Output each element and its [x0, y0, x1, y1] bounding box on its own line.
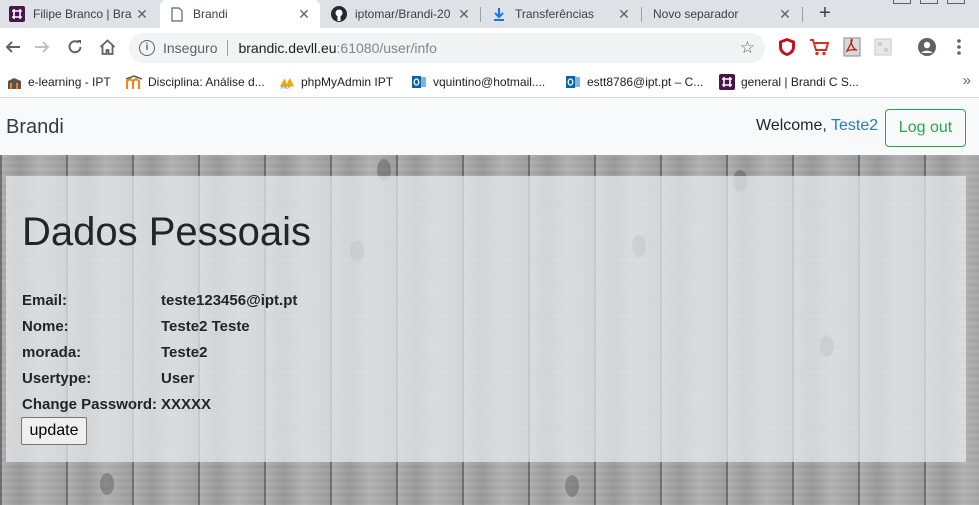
close-icon[interactable]: ✕ [616, 6, 632, 23]
bookmark-disciplina[interactable]: Disciplina: Análise d... [126, 73, 265, 91]
reload-button[interactable] [64, 36, 86, 58]
welcome-message: Welcome, Teste2 [756, 117, 878, 135]
close-icon[interactable]: ✕ [134, 6, 150, 23]
page-title: Dados Pessoais [22, 210, 312, 254]
bookmark-hotmail[interactable]: vquintino@hotmail.... [411, 73, 545, 91]
tab-brandi[interactable]: Brandi ✕ [160, 0, 320, 28]
profile-row-usertype: Usertype: User [22, 365, 297, 391]
bookmark-slack[interactable]: general | Brandi C S... [719, 73, 859, 91]
bookmark-e-learning[interactable]: e-learning - IPT [6, 73, 111, 91]
extension-icon[interactable] [873, 37, 893, 57]
bookmark-label: general | Brandi C S... [741, 75, 859, 89]
profile-icon[interactable] [917, 37, 937, 57]
tab-label: Transferências [515, 7, 594, 21]
address-bar[interactable]: i Inseguro brandic.devll.eu :61080/user/… [129, 33, 765, 63]
bookmarks-bar: e-learning - IPT Disciplina: Análise d..… [0, 67, 979, 98]
bookmark-label: e-learning - IPT [28, 75, 111, 89]
web-page: Brandi Welcome, Teste2 Log out Dados Pes… [0, 99, 979, 505]
page-icon [169, 6, 185, 22]
tab-strip: Filipe Branco | Bra ✕ Brandi ✕ iptomar/B… [0, 0, 979, 28]
profile-card: Dados Pessoais Email: teste123456@ipt.pt… [6, 176, 966, 462]
tab-label: Novo separador [653, 7, 739, 21]
outlook-icon [411, 74, 427, 90]
svg-text:PMA: PMA [281, 85, 291, 90]
url-host: brandic.devll.eu [238, 40, 337, 56]
tab-novo-separador[interactable]: Novo separador ✕ [643, 0, 801, 28]
ublock-icon[interactable] [777, 37, 797, 57]
tab-separator [480, 7, 481, 22]
info-icon[interactable]: i [139, 40, 155, 56]
tab-separator [802, 7, 803, 22]
close-icon[interactable]: ✕ [777, 6, 793, 23]
close-icon[interactable]: ✕ [456, 6, 472, 23]
tab-separator [641, 7, 642, 22]
row-label: Usertype: [22, 369, 92, 387]
reload-icon [68, 40, 82, 54]
download-icon [491, 6, 507, 22]
profile-row-email: Email: teste123456@ipt.pt [22, 287, 297, 313]
row-label: Change Password: [22, 395, 158, 413]
bookmark-label: vquintino@hotmail.... [433, 75, 546, 89]
profile-row-nome: Nome: Teste2 Teste [22, 313, 297, 339]
minimize-icon[interactable] [893, 0, 911, 4]
bookmarks-overflow-button[interactable]: » [963, 72, 971, 89]
site-brand[interactable]: Brandi [6, 116, 64, 139]
wood-knot [565, 475, 579, 497]
row-value: teste123456@ipt.pt [161, 291, 298, 309]
username-link[interactable]: Teste2 [831, 117, 878, 134]
outlook-icon [565, 74, 581, 90]
menu-icon[interactable] [949, 37, 969, 57]
home-icon [99, 39, 115, 55]
security-label: Inseguro [163, 40, 218, 56]
bookmark-label: estt8786@ipt.pt – C... [587, 75, 704, 89]
row-value: XXXXX [161, 395, 212, 413]
update-button[interactable]: update [21, 417, 87, 445]
row-value: Teste2 [161, 343, 208, 361]
row-label: Nome: [22, 317, 69, 335]
close-icon[interactable]: ✕ [296, 6, 312, 23]
row-label: Email: [22, 291, 68, 309]
profile-info-table: Email: teste123456@ipt.pt Nome: Teste2 T… [22, 287, 297, 417]
phpmyadmin-icon: PMA [279, 74, 295, 90]
tab-filipe-branco[interactable]: Filipe Branco | Bra ✕ [0, 0, 158, 28]
tab-label: iptomar/Brandi-20 [355, 7, 451, 21]
row-value: User [161, 369, 195, 387]
profile-row-morada: morada: Teste2 [22, 339, 297, 365]
bookmark-label: Disciplina: Análise d... [148, 75, 265, 89]
moodle-icon [126, 74, 142, 90]
back-arrow-icon [5, 41, 20, 53]
tab-github[interactable]: iptomar/Brandi-20 ✕ [322, 0, 480, 28]
pdf-icon[interactable] [842, 37, 862, 57]
forward-arrow-icon [35, 41, 50, 53]
row-label: morada: [22, 343, 82, 361]
new-tab-button[interactable]: + [814, 2, 836, 24]
back-button[interactable] [2, 36, 24, 58]
cart-icon[interactable] [809, 37, 829, 57]
bookmark-ipt-mail[interactable]: estt8786@ipt.pt – C... [565, 73, 703, 91]
slack-icon [719, 74, 735, 90]
divider [227, 40, 229, 56]
wood-knot [100, 473, 114, 495]
row-value: Teste2 Teste [161, 317, 250, 335]
home-button[interactable] [96, 36, 118, 58]
bookmark-label: phpMyAdmin IPT [301, 75, 394, 89]
star-icon[interactable]: ☆ [740, 38, 755, 58]
forward-button[interactable] [31, 36, 53, 58]
tab-transferencias[interactable]: Transferências ✕ [482, 0, 640, 28]
profile-row-password: Change Password: XXXXX [22, 391, 297, 417]
close-window-icon[interactable] [947, 0, 965, 4]
slack-icon [9, 6, 25, 22]
moodle-icon [6, 74, 22, 90]
github-icon [331, 6, 347, 22]
tab-label: Brandi [193, 7, 228, 21]
maximize-icon[interactable] [920, 0, 938, 4]
welcome-text: Welcome, [756, 117, 831, 134]
logout-button[interactable]: Log out [885, 109, 966, 147]
browser-toolbar: i Inseguro brandic.devll.eu :61080/user/… [0, 28, 979, 67]
bookmark-phpmyadmin[interactable]: PMA phpMyAdmin IPT [279, 73, 393, 91]
tab-label: Filipe Branco | Bra [33, 7, 132, 21]
url-path: :61080/user/info [336, 40, 437, 56]
site-navbar: Brandi Welcome, Teste2 Log out [0, 99, 979, 155]
